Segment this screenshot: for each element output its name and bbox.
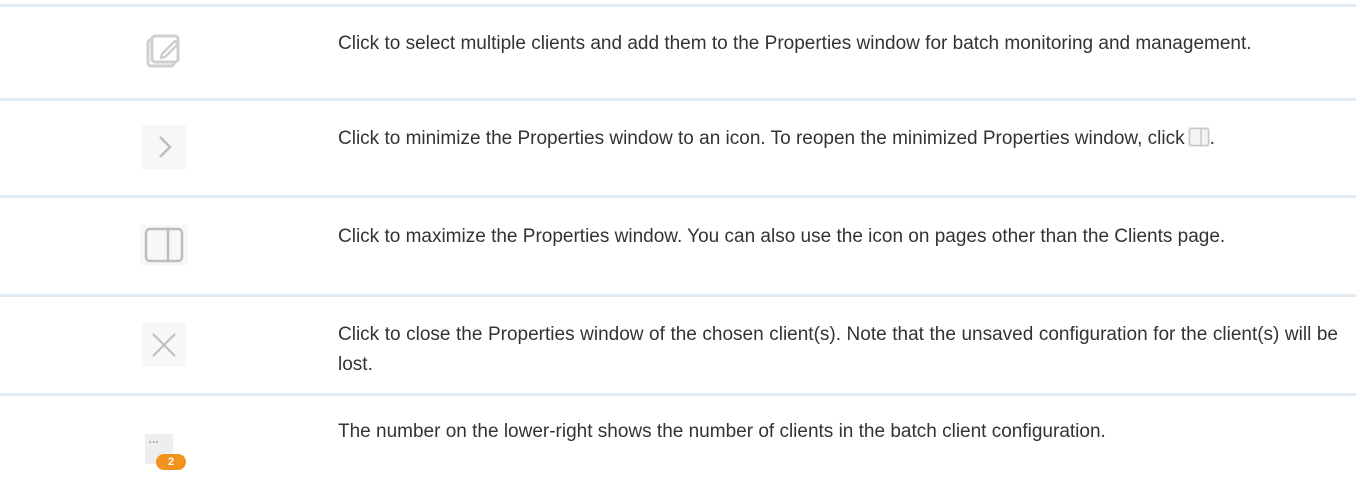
row-description-text: Click to minimize the Properties window … [338,128,1185,149]
table-row: ··· 2 The number on the lower-right show… [0,396,1356,504]
client-count-badge: 2 [156,454,186,470]
close-icon[interactable] [134,315,194,375]
table-row: Click to close the Properties window of … [0,297,1356,393]
panel-icon[interactable] [134,215,194,275]
row-description: Click to select multiple clients and add… [338,33,1252,54]
row-description: Click to maximize the Properties window.… [338,226,1226,247]
row-description: Click to minimize the Properties window … [338,124,1338,157]
batch-clients-icon[interactable]: ··· 2 [134,422,194,482]
panel-icon [1187,127,1210,157]
table-row: Click to minimize the Properties window … [0,101,1356,195]
table-row: Click to maximize the Properties window.… [0,198,1356,294]
icon-description-table: Click to select multiple clients and add… [0,0,1356,504]
edit-icon [134,22,194,82]
chevron-right-icon[interactable] [134,117,194,177]
row-description: The number on the lower-right shows the … [338,421,1106,442]
ellipsis-icon: ··· [148,435,159,451]
row-description: Click to close the Properties window of … [338,324,1338,375]
table-row: Click to select multiple clients and add… [0,7,1356,98]
row-description-end: . [1209,128,1215,149]
